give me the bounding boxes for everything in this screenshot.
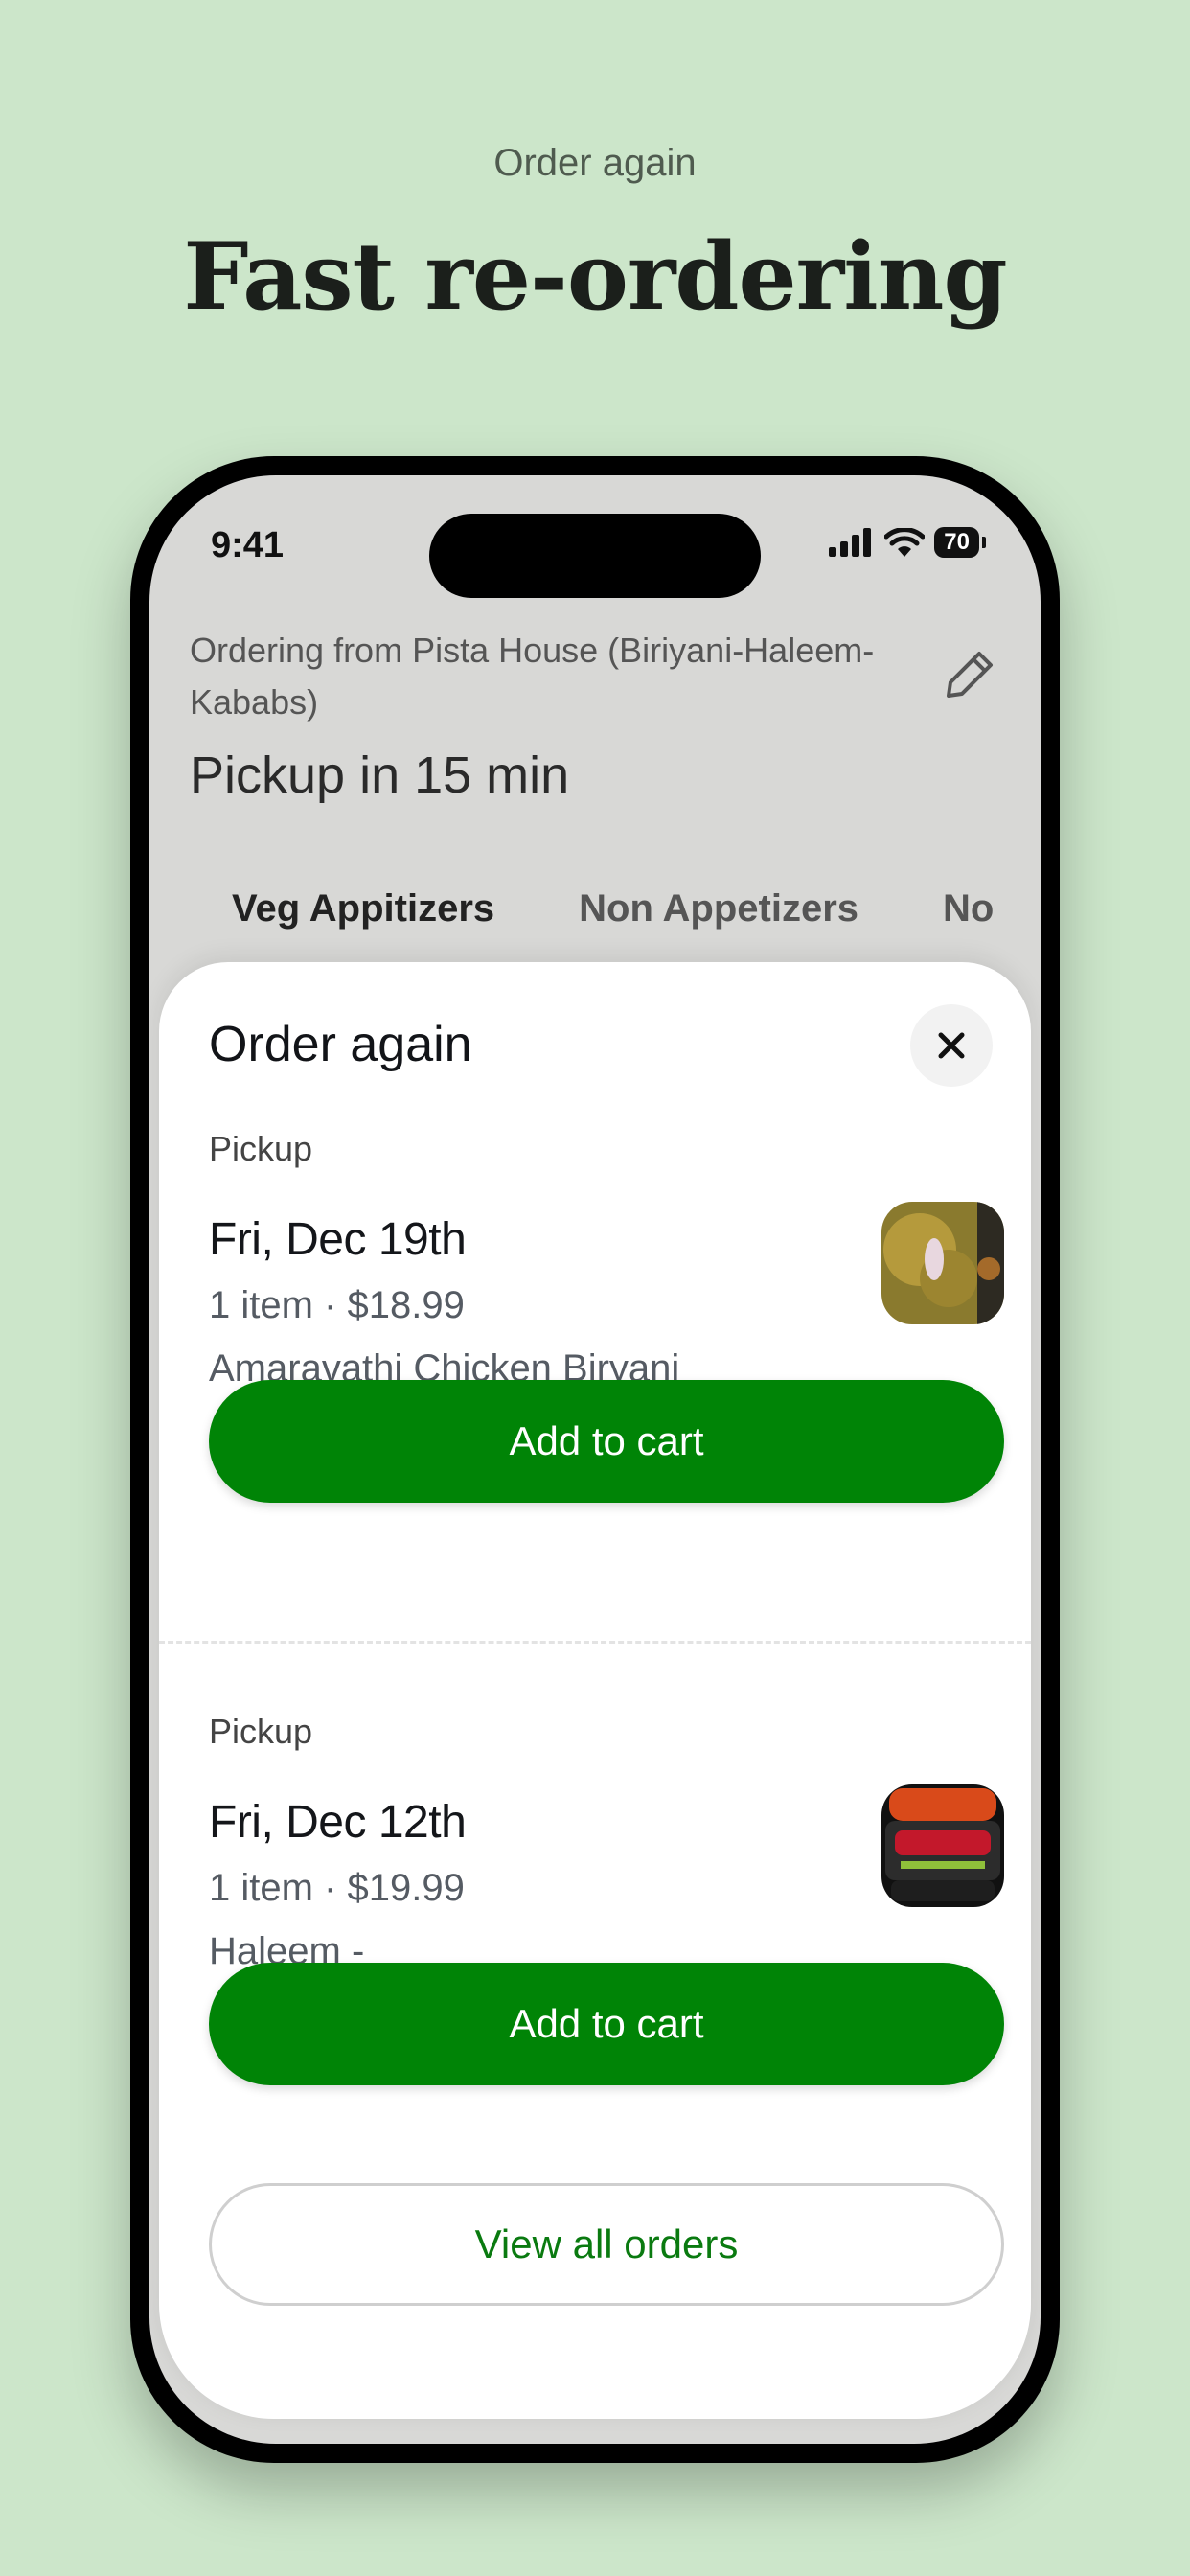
haleem-thumbnail [881,1784,1004,1907]
promo-headline: Fast re-ordering [183,222,1007,331]
promo-eyebrow: Order again [493,142,697,184]
phone-frame: 9:41 70 Ordering from Pista House (Biriy… [130,456,1060,2463]
status-time: 9:41 [211,525,285,565]
status-icons: 70 [829,527,986,558]
order-summary: 1 item · $18.99 [209,1284,465,1326]
order-card: Pickup Fri, Dec 19th 1 item · $18.99 Ama… [209,1129,1004,1503]
add-to-cart-button[interactable]: Add to cart [209,1963,1004,2085]
edit-store-button[interactable] [941,646,998,703]
pickup-eta: Pickup in 15 min [190,747,570,804]
order-divider [159,1641,1031,1644]
battery-icon: 70 [934,527,986,558]
tab-veg-appitizers[interactable]: Veg Appitizers [190,868,538,985]
signal-icon [829,528,872,557]
order-date: Fri, Dec 19th [209,1214,467,1265]
phone-screen: 9:41 70 Ordering from Pista House (Biriy… [149,475,1041,2444]
order-summary: 1 item · $19.99 [209,1867,465,1909]
dynamic-island [429,514,761,598]
biryani-thumbnail [881,1202,1004,1324]
tab-no[interactable]: No [901,868,1036,974]
tab-non-appetizers[interactable]: Non Appetizers [537,868,901,974]
close-button[interactable] [910,1004,993,1087]
order-again-sheet: Order again Pickup Fri, Dec 19th 1 item … [159,962,1031,2419]
pencil-icon [947,652,993,698]
order-mode: Pickup [209,1129,313,1168]
order-date: Fri, Dec 12th [209,1797,467,1848]
ordering-from-label: Ordering from Pista House (Biriyani-Hale… [190,631,875,722]
add-to-cart-button[interactable]: Add to cart [209,1380,1004,1503]
order-mode: Pickup [209,1712,313,1751]
wifi-icon [884,528,926,557]
view-all-orders-button[interactable]: View all orders [209,2183,1004,2306]
close-icon [938,1032,965,1059]
menu-tabs: Veg Appitizers Non Appetizers No [190,868,1036,985]
sheet-title: Order again [209,1017,472,1072]
order-card: Pickup Fri, Dec 12th 1 item · $19.99 Hal… [209,1712,1004,2085]
